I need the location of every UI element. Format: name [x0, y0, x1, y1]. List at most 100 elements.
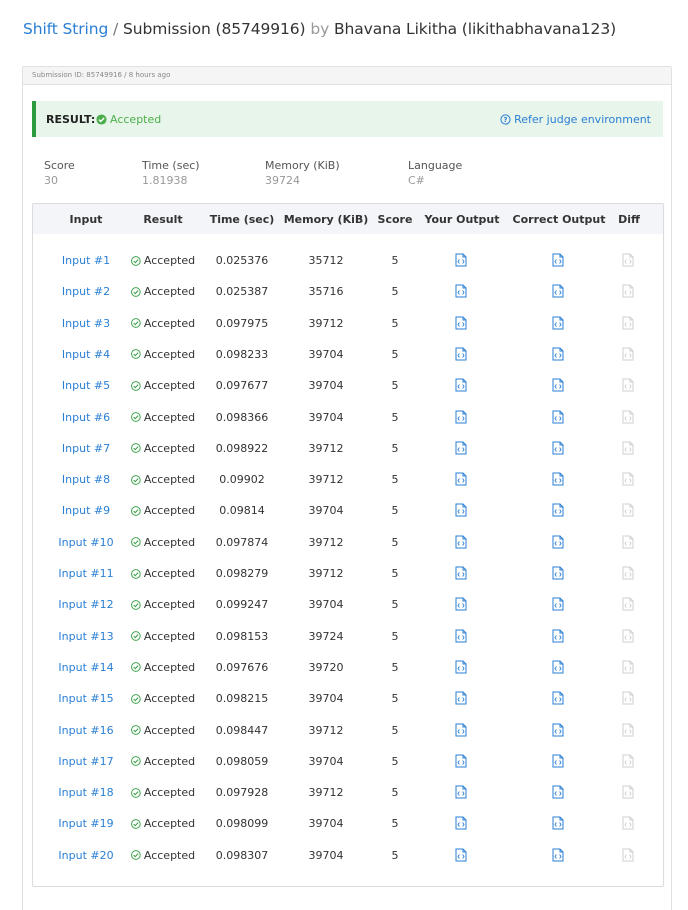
input-link[interactable]: Input #8 [62, 473, 110, 486]
input-link[interactable]: Input #2 [62, 285, 110, 298]
result-text: Accepted [143, 535, 196, 549]
result-cell: Accepted [131, 285, 195, 298]
diff-file-icon [622, 723, 634, 737]
time-cell: 0.098307 [215, 848, 269, 862]
input-link[interactable]: Input #11 [58, 567, 113, 580]
your-output-file-icon[interactable] [455, 848, 467, 862]
correct-output-file-icon[interactable] [552, 848, 564, 862]
correct-output-file-icon[interactable] [552, 660, 564, 674]
score-cell: 5 [391, 629, 399, 643]
time-cell: 0.097975 [215, 316, 269, 330]
correct-output-file-icon[interactable] [552, 284, 564, 298]
check-circle-icon [131, 286, 141, 297]
input-link[interactable]: Input #9 [62, 504, 110, 517]
your-output-file-icon[interactable] [455, 410, 467, 424]
correct-output-file-icon[interactable] [552, 597, 564, 611]
memory-cell: 39704 [308, 379, 344, 393]
submission-title: Submission (85749916) [123, 20, 306, 38]
table-row: Input #14 Accepted 0.097676 39720 5 [33, 658, 663, 678]
result-text: Accepted [143, 441, 196, 455]
correct-output-file-icon[interactable] [552, 472, 564, 486]
correct-output-file-icon[interactable] [552, 316, 564, 330]
memory-cell: 39704 [308, 598, 344, 612]
correct-output-file-icon[interactable] [552, 410, 564, 424]
your-output-file-icon[interactable] [455, 660, 467, 674]
result-text: Accepted [143, 285, 196, 299]
your-output-file-icon[interactable] [455, 691, 467, 705]
table-row: Input #2 Accepted 0.025387 35716 5 [33, 282, 663, 302]
input-link[interactable]: Input #14 [58, 661, 113, 674]
time-cell: 0.098099 [215, 817, 269, 831]
table-row: Input #9 Accepted 0.09814 39704 5 [33, 501, 663, 521]
your-output-file-icon[interactable] [455, 253, 467, 267]
result-text: Accepted [143, 660, 196, 674]
col-correct-output: Correct Output [512, 213, 606, 226]
correct-output-file-icon[interactable] [552, 723, 564, 737]
input-link[interactable]: Input #10 [58, 536, 113, 549]
time-cell: 0.025387 [215, 285, 269, 299]
refer-judge-link[interactable]: ? Refer judge environment [500, 113, 651, 126]
input-link[interactable]: Input #1 [62, 254, 110, 267]
your-output-file-icon[interactable] [455, 441, 467, 455]
check-circle-icon [96, 114, 107, 125]
result-cell: Accepted [131, 254, 195, 267]
your-output-file-icon[interactable] [455, 597, 467, 611]
input-link[interactable]: Input #16 [58, 724, 113, 737]
correct-output-file-icon[interactable] [552, 503, 564, 517]
correct-output-file-icon[interactable] [552, 253, 564, 267]
input-link[interactable]: Input #5 [62, 379, 110, 392]
your-output-file-icon[interactable] [455, 316, 467, 330]
your-output-file-icon[interactable] [455, 754, 467, 768]
correct-output-file-icon[interactable] [552, 785, 564, 799]
your-output-file-icon[interactable] [455, 816, 467, 830]
input-link[interactable]: Input #4 [62, 348, 110, 361]
input-link[interactable]: Input #6 [62, 411, 110, 424]
result-text: Accepted [143, 629, 196, 643]
result-text: Accepted [143, 786, 196, 800]
correct-output-file-icon[interactable] [552, 566, 564, 580]
input-link[interactable]: Input #12 [58, 598, 113, 611]
your-output-file-icon[interactable] [455, 785, 467, 799]
diff-file-icon [622, 347, 634, 361]
input-link[interactable]: Input #18 [58, 786, 113, 799]
input-link[interactable]: Input #3 [62, 317, 110, 330]
input-link[interactable]: Input #15 [58, 692, 113, 705]
correct-output-file-icon[interactable] [552, 535, 564, 549]
your-output-file-icon[interactable] [455, 629, 467, 643]
correct-output-file-icon[interactable] [552, 629, 564, 643]
result-text: Accepted [143, 379, 196, 393]
col-time: Time (sec) [209, 213, 275, 226]
your-output-file-icon[interactable] [455, 723, 467, 737]
input-link[interactable]: Input #19 [58, 817, 113, 830]
your-output-file-icon[interactable] [455, 347, 467, 361]
input-link[interactable]: Input #17 [58, 755, 113, 768]
result-text: Accepted [143, 723, 196, 737]
your-output-file-icon[interactable] [455, 378, 467, 392]
your-output-file-icon[interactable] [455, 566, 467, 580]
correct-output-file-icon[interactable] [552, 691, 564, 705]
input-link[interactable]: Input #20 [58, 849, 113, 862]
table-row: Input #16 Accepted 0.098447 39712 5 [33, 721, 663, 741]
correct-output-file-icon[interactable] [552, 441, 564, 455]
problem-link[interactable]: Shift String [23, 20, 108, 38]
stat-value: 30 [44, 174, 58, 187]
result-text: Accepted [143, 567, 196, 580]
author-name[interactable]: Bhavana Likitha (likithabhavana123) [334, 20, 616, 38]
stat-label: Memory (KiB) [265, 159, 340, 172]
correct-output-file-icon[interactable] [552, 754, 564, 768]
input-link[interactable]: Input #13 [58, 630, 113, 643]
correct-output-file-icon[interactable] [552, 378, 564, 392]
memory-cell: 39712 [308, 567, 344, 580]
diff-file-icon [622, 785, 634, 799]
check-circle-icon [131, 318, 141, 328]
your-output-file-icon[interactable] [455, 503, 467, 517]
your-output-file-icon[interactable] [455, 472, 467, 486]
correct-output-file-icon[interactable] [552, 816, 564, 830]
your-output-file-icon[interactable] [455, 284, 467, 298]
result-text: Accepted [143, 316, 196, 330]
memory-cell: 35716 [308, 285, 344, 299]
correct-output-file-icon[interactable] [552, 347, 564, 361]
score-cell: 5 [391, 848, 399, 862]
your-output-file-icon[interactable] [455, 535, 467, 549]
input-link[interactable]: Input #7 [62, 442, 110, 455]
